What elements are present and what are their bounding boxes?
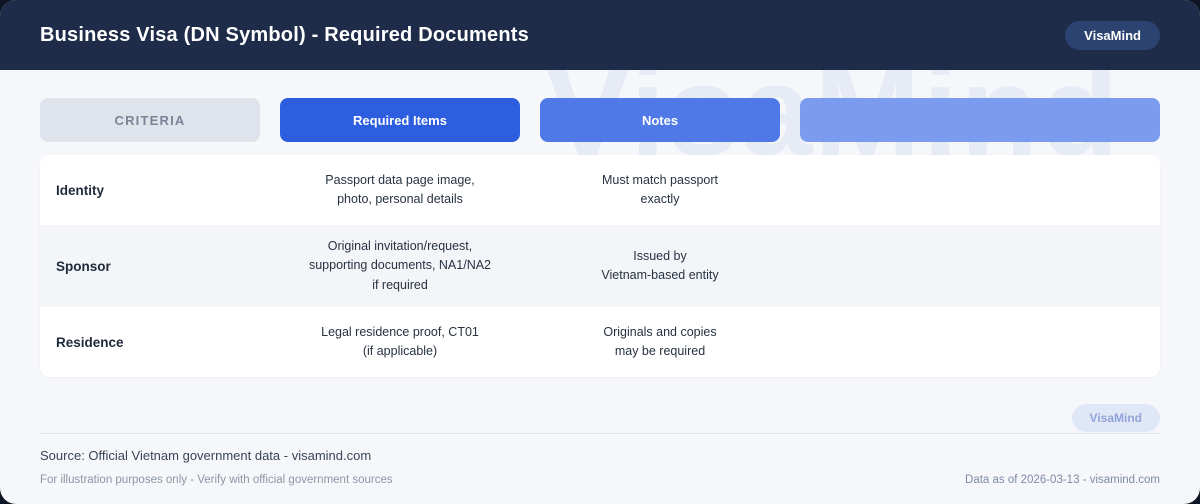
table-row-residence: Residence Legal residence proof, CT01 (i… [40, 307, 1160, 377]
required-items-cell: Legal residence proof, CT01 (if applicab… [280, 311, 520, 374]
column-header-extra[interactable] [800, 98, 1160, 142]
column-header-required-items[interactable]: Required Items [280, 98, 520, 142]
page-card: VisaMind Business Visa (DN Symbol) - Req… [0, 0, 1200, 504]
required-items-cell: Passport data page image, photo, persona… [280, 159, 520, 222]
column-header-criteria[interactable]: CRITERIA [40, 98, 260, 142]
notes-cell: Must match passport exactly [540, 159, 780, 222]
disclaimer-text: For illustration purposes only - Verify … [40, 474, 393, 486]
criteria-cell: Sponsor [40, 259, 260, 274]
source-text: Source: Official Vietnam government data… [40, 448, 371, 463]
data-as-of-text: Data as of 2026-03-13 - visamind.com [965, 474, 1160, 486]
brand-badge-bottom[interactable]: VisaMind [1072, 404, 1160, 432]
column-header-notes[interactable]: Notes [540, 98, 780, 142]
documents-table: Identity Passport data page image, photo… [40, 155, 1160, 377]
notes-cell: Issued by Vietnam-based entity [540, 235, 780, 298]
top-bar: Business Visa (DN Symbol) - Required Doc… [0, 0, 1200, 70]
column-header-row: CRITERIA Required Items Notes [40, 98, 1160, 142]
table-row-identity: Identity Passport data page image, photo… [40, 155, 1160, 225]
criteria-cell: Identity [40, 183, 260, 198]
notes-cell: Originals and copies may be required [540, 311, 780, 374]
brand-badge-top[interactable]: VisaMind [1065, 21, 1160, 50]
table-row-sponsor: Sponsor Original invitation/request, sup… [40, 225, 1160, 307]
footer-divider [40, 433, 1160, 434]
criteria-cell: Residence [40, 335, 260, 350]
required-items-cell: Original invitation/request, supporting … [280, 225, 520, 307]
page-title: Business Visa (DN Symbol) - Required Doc… [40, 24, 529, 47]
